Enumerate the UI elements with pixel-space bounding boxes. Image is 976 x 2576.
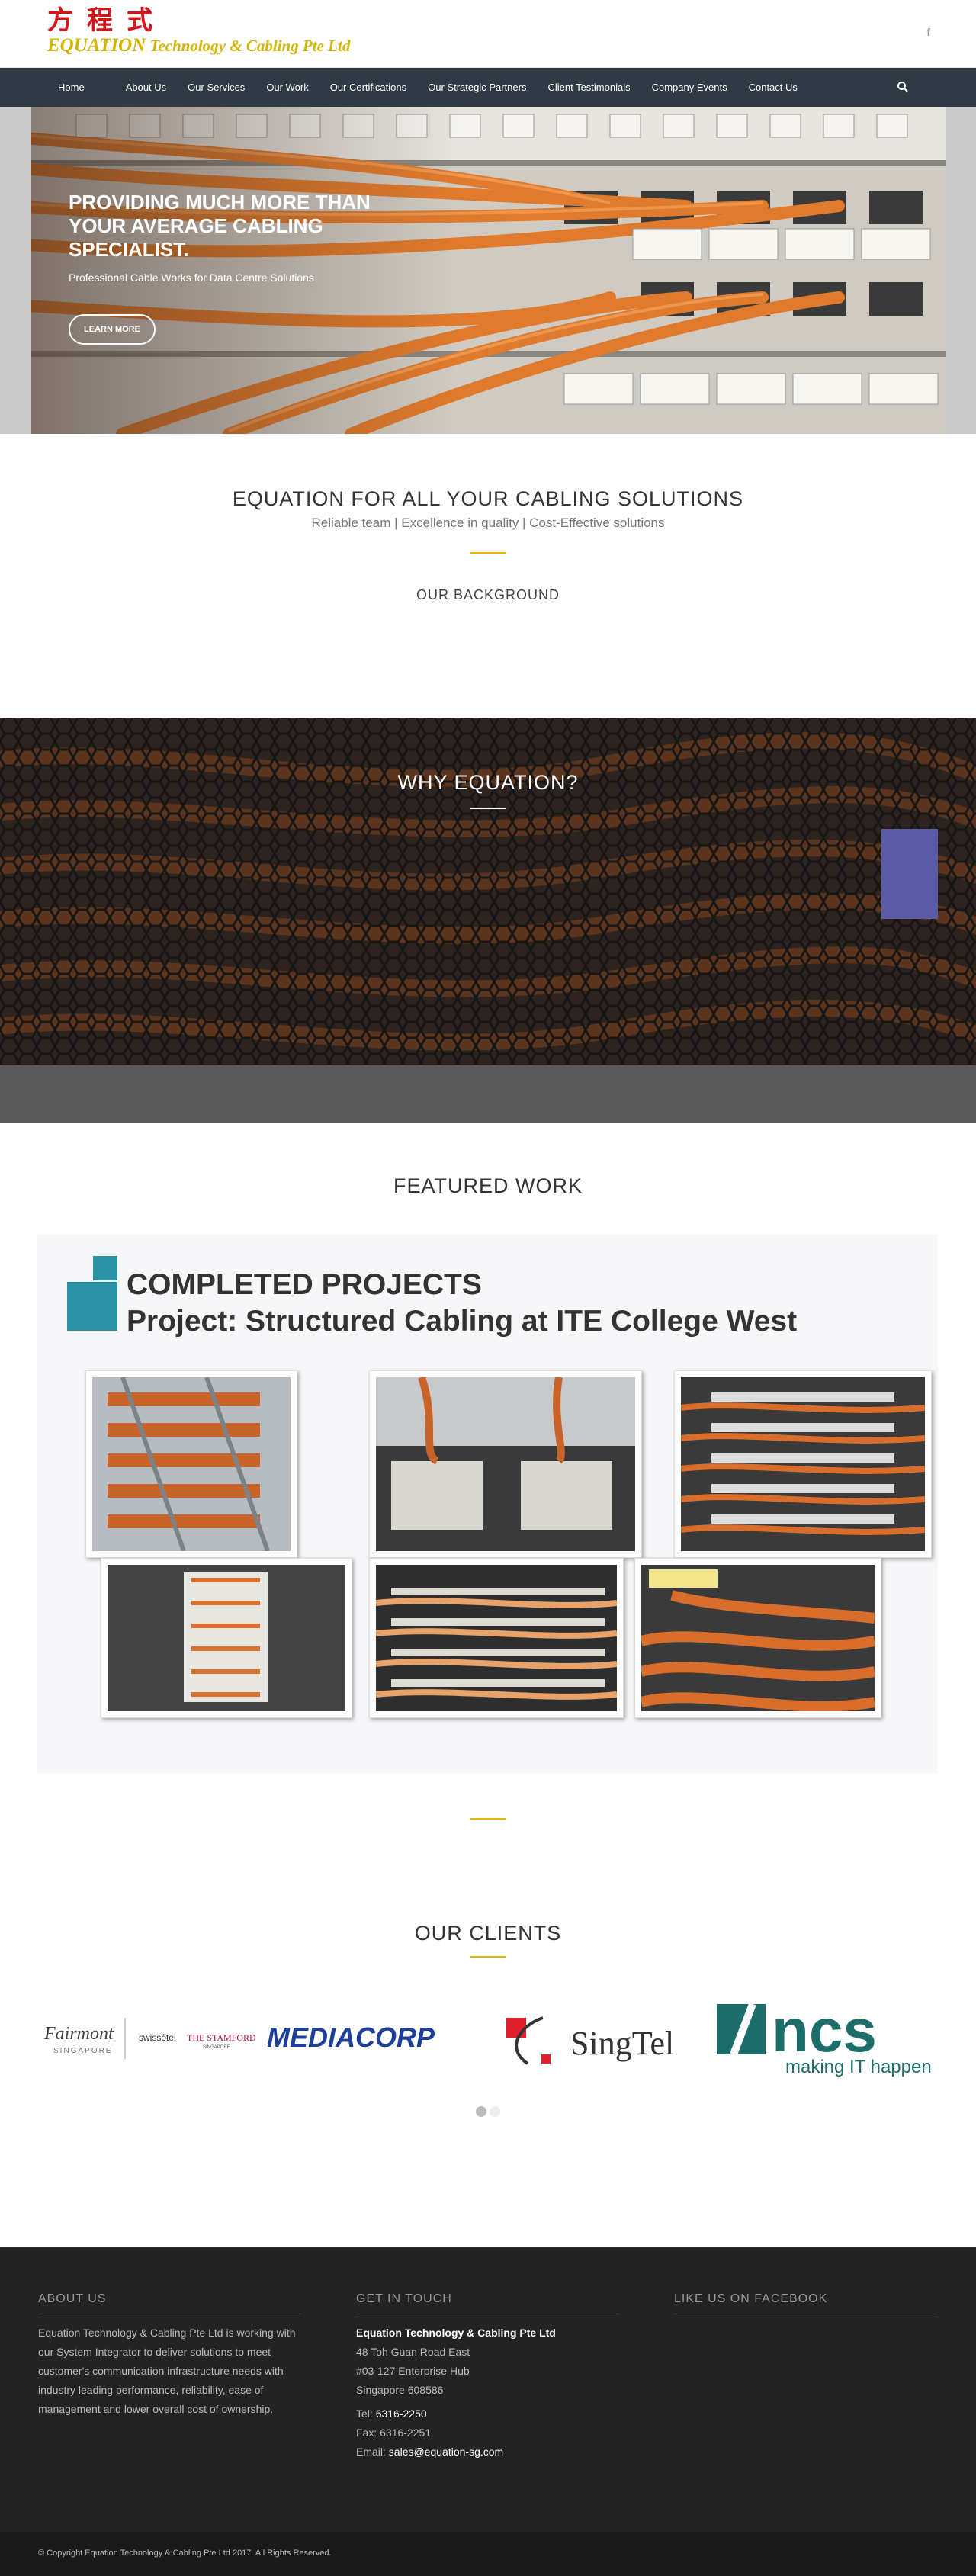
- svg-text:SINGAPORE: SINGAPORE: [53, 2047, 112, 2055]
- svg-text:ncs: ncs: [772, 1996, 877, 2064]
- divider: [470, 1956, 506, 1958]
- nav-strategic-partners[interactable]: Our Strategic Partners: [417, 68, 537, 107]
- tel-link[interactable]: 6316-2250: [376, 2407, 427, 2420]
- fairmont-logo: Fairmont SINGAPORE: [43, 2018, 126, 2059]
- svg-text:SINGAPORE: SINGAPORE: [203, 2045, 230, 2050]
- footer: ABOUT US Equation Technology & Cabling P…: [0, 2247, 976, 2532]
- why-heading: WHY EQUATION?: [397, 771, 579, 794]
- mediacorp-logo: MEDIACORP: [267, 2022, 435, 2053]
- footer-facebook: LIKE US ON FACEBOOK: [674, 2292, 937, 2314]
- footer-about: ABOUT US Equation Technology & Cabling P…: [38, 2292, 301, 2419]
- swissotel-logo: swissôtel THE STAMFORD SINGAPORE: [139, 2032, 256, 2050]
- email-label: Email:: [356, 2446, 389, 2458]
- email-link[interactable]: sales@equation-sg.com: [389, 2446, 503, 2458]
- facebook-icon[interactable]: f: [926, 26, 930, 38]
- footer-about-title: ABOUT US: [38, 2292, 301, 2314]
- nav-about-us[interactable]: About Us: [115, 68, 177, 107]
- svg-text:making IT happen: making IT happen: [785, 2057, 932, 2077]
- logo-chinese: 方程式: [47, 5, 166, 36]
- cable-mesh-background: [0, 718, 976, 1065]
- decor-square: [93, 1256, 117, 1280]
- project-title: COMPLETED PROJECTS: [127, 1268, 482, 1301]
- nav-our-work[interactable]: Our Work: [255, 68, 319, 107]
- footer-contact-title: GET IN TOUCH: [356, 2292, 619, 2314]
- decor-square: [67, 1282, 117, 1331]
- search-icon[interactable]: [897, 81, 909, 93]
- nav-home[interactable]: Home: [40, 68, 115, 107]
- svg-text:Fairmont: Fairmont: [43, 2024, 114, 2044]
- project-photo: [634, 1558, 881, 1718]
- clients-section: OUR CLIENTS Fairmont SINGAPORE swissôtel…: [0, 1911, 976, 2247]
- copyright-bar: © Copyright Equation Technology & Cablin…: [0, 2532, 976, 2576]
- fax: Fax: 6316-2251: [356, 2427, 432, 2439]
- project-photo: [101, 1558, 352, 1718]
- carousel-dot[interactable]: [490, 2106, 500, 2117]
- project-photo: [369, 1558, 624, 1718]
- project-photo: [369, 1370, 642, 1558]
- svg-text:swissôtel: swissôtel: [139, 2032, 176, 2043]
- floating-badge: [881, 829, 938, 919]
- nav-our-services[interactable]: Our Services: [177, 68, 255, 107]
- logo-english: EQUATION Technology & Cabling Pte Ltd: [47, 35, 351, 56]
- client-logo-carousel[interactable]: Fairmont SINGAPORE swissôtel THE STAMFOR…: [40, 1995, 939, 2079]
- nav-our-certifications[interactable]: Our Certifications: [319, 68, 417, 107]
- intro-tagline: Reliable team | Excellence in quality | …: [311, 516, 665, 530]
- company-name: Equation Technology & Cabling Pte Ltd: [356, 2327, 556, 2339]
- featured-work-section: FEATURED WORK COMPLETED PROJECTS Project…: [0, 1123, 976, 1911]
- footer-contact: GET IN TOUCH Equation Technology & Cabli…: [356, 2292, 619, 2462]
- hero-slider: PROVIDING MUCH MORE THAN YOUR AVERAGE CA…: [0, 107, 976, 434]
- footer-facebook-title: LIKE US ON FACEBOOK: [674, 2292, 937, 2314]
- svg-text:MEDIACORP: MEDIACORP: [267, 2022, 435, 2053]
- section-band: [0, 1065, 976, 1123]
- header: 方程式 EQUATION Technology & Cabling Pte Lt…: [0, 0, 976, 68]
- carousel-dots: [476, 2106, 500, 2117]
- copyright-text: © Copyright Equation Technology & Cablin…: [38, 2549, 332, 2558]
- footer-about-text: Equation Technology & Cabling Pte Ltd is…: [38, 2327, 296, 2415]
- divider: [470, 552, 506, 554]
- learn-more-button[interactable]: LEARN MORE: [69, 314, 156, 345]
- divider: [470, 1818, 506, 1820]
- singtel-logo: SingTel: [506, 2016, 674, 2065]
- divider: [470, 808, 506, 809]
- svg-text:THE STAMFORD: THE STAMFORD: [187, 2032, 256, 2043]
- address-line: 48 Toh Guan Road East: [356, 2346, 470, 2358]
- address-line: Singapore 608586: [356, 2384, 444, 2396]
- company-logo[interactable]: 方程式 EQUATION Technology & Cabling Pte Lt…: [47, 8, 375, 58]
- why-section: WHY EQUATION?: [0, 718, 976, 1065]
- project-photo: [674, 1370, 932, 1558]
- ncs-logo: ncs making IT happen: [717, 1996, 932, 2077]
- hero-overlay: [30, 107, 458, 434]
- clients-heading: OUR CLIENTS: [414, 1922, 562, 1945]
- address-line: #03-127 Enterprise Hub: [356, 2365, 470, 2377]
- project-photo: [85, 1370, 297, 1558]
- project-subtitle: Project: Structured Cabling at ITE Colle…: [127, 1305, 798, 1338]
- background-heading: OUR BACKGROUND: [416, 587, 560, 602]
- intro-section: EQUATION FOR ALL YOUR CABLING SOLUTIONS …: [0, 434, 976, 718]
- intro-heading: EQUATION FOR ALL YOUR CABLING SOLUTIONS: [232, 487, 744, 510]
- carousel-dot-active[interactable]: [476, 2106, 486, 2117]
- hero-title: PROVIDING MUCH MORE THAN YOUR AVERAGE CA…: [69, 191, 371, 261]
- main-nav: Home About Us Our Services Our Work Our …: [0, 68, 976, 107]
- nav-company-events[interactable]: Company Events: [641, 68, 738, 107]
- project-showcase[interactable]: COMPLETED PROJECTS Project: Structured C…: [37, 1235, 938, 1773]
- hero-subtitle: Professional Cable Works for Data Centre…: [69, 271, 314, 284]
- nav-client-testimonials[interactable]: Client Testimonials: [537, 68, 640, 107]
- svg-text:SingTel: SingTel: [570, 2025, 674, 2062]
- featured-heading: FEATURED WORK: [393, 1174, 583, 1197]
- tel-label: Tel:: [356, 2407, 376, 2420]
- nav-contact-us[interactable]: Contact Us: [738, 68, 808, 107]
- hero-image: PROVIDING MUCH MORE THAN YOUR AVERAGE CA…: [30, 107, 946, 434]
